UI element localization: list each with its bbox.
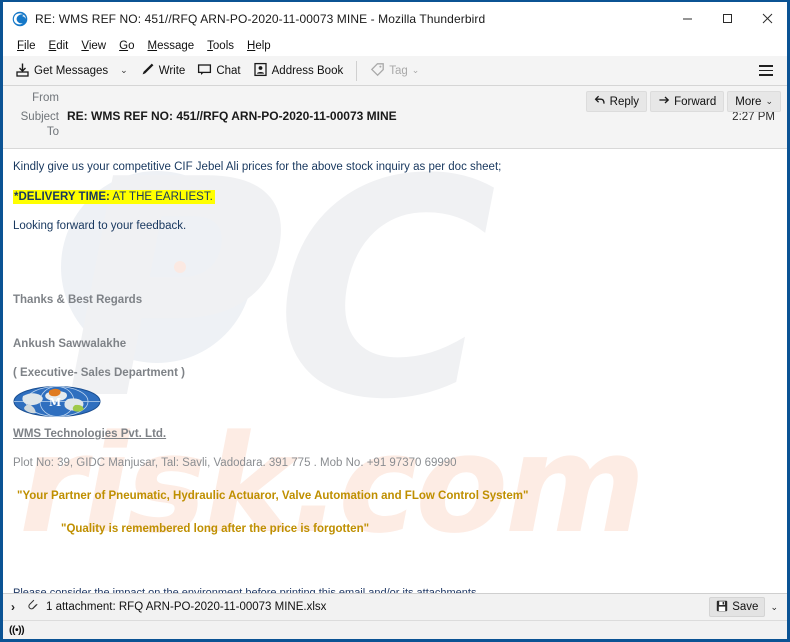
- forward-button[interactable]: Forward: [650, 91, 725, 112]
- body-intro: Kindly give us your competitive CIF Jebe…: [13, 161, 502, 173]
- wms-globe-logo: M: [13, 385, 775, 424]
- save-dropdown-caret[interactable]: ⌄: [765, 602, 783, 613]
- thunderbird-window: RE: WMS REF NO: 451//RFQ ARN-PO-2020-11-…: [0, 0, 790, 642]
- minimize-button[interactable]: [667, 2, 707, 35]
- signature-address: Plot No: 39, GIDC Manjusar, Tal: Savli, …: [13, 457, 457, 470]
- message-body[interactable]: PC risk.com Kindly give us your competit…: [3, 149, 787, 593]
- subject-label: Subject: [20, 111, 59, 123]
- status-bar: ((•)): [3, 620, 787, 639]
- thunderbird-icon: [12, 11, 28, 27]
- window-title: RE: WMS REF NO: 451//RFQ ARN-PO-2020-11-…: [35, 11, 486, 26]
- delivery-value: AT THE EARLIEST.: [109, 190, 213, 203]
- chevron-down-icon: ⌄: [120, 65, 128, 75]
- chevron-down-icon: ⌄: [411, 65, 420, 75]
- reply-arrow-icon: [594, 94, 606, 109]
- message-header: From Subject RE: WMS REF NO: 451//RFQ AR…: [3, 86, 787, 149]
- message-time: 2:27 PM: [732, 111, 775, 123]
- maximize-button[interactable]: [707, 2, 747, 35]
- reply-button[interactable]: Reply: [585, 91, 648, 112]
- paperclip-icon: [27, 598, 40, 617]
- reply-label: Reply: [609, 95, 640, 108]
- green-note: Please consider the impact on the enviro…: [13, 586, 775, 593]
- company-name-link[interactable]: WMS Technologies Pvt. Ltd.: [13, 428, 166, 440]
- email-content: Kindly give us your competitive CIF Jebe…: [3, 149, 787, 593]
- menu-bar: File Edit View Go Message Tools Help: [3, 35, 787, 56]
- more-label: More: [735, 95, 762, 108]
- attachment-label: 1 attachment: RFQ ARN-PO-2020-11-00073 M…: [46, 601, 327, 613]
- address-book-label: Address Book: [271, 64, 344, 77]
- title-bar: RE: WMS REF NO: 451//RFQ ARN-PO-2020-11-…: [3, 2, 787, 35]
- app-menu-button[interactable]: [753, 59, 779, 83]
- chat-label: Chat: [216, 64, 241, 77]
- address-book-icon: [253, 62, 268, 80]
- body-closing: Looking forward to your feedback.: [13, 220, 187, 233]
- signature-role: ( Executive- Sales Department ): [13, 367, 185, 380]
- chat-bubble-icon: [197, 62, 212, 80]
- chat-button[interactable]: Chat: [191, 59, 246, 83]
- body-delivery-line: *DELIVERY TIME: AT THE EARLIEST.: [13, 189, 775, 206]
- window-controls: [667, 2, 787, 35]
- menu-tools[interactable]: Tools: [201, 38, 241, 54]
- get-messages-label: Get Messages: [34, 64, 109, 77]
- delivery-label: *DELIVERY TIME:: [14, 190, 110, 203]
- get-messages-dropdown[interactable]: ⌄: [114, 59, 134, 83]
- message-actions: Reply Forward More ⌄: [585, 91, 781, 112]
- body-spacer-2: [13, 553, 775, 586]
- svg-text:M: M: [49, 396, 61, 409]
- menu-message[interactable]: Message: [141, 38, 201, 54]
- tag-label: Tag: [389, 64, 408, 77]
- company-link-wrap[interactable]: WMS Technologies Pvt. Ltd.: [13, 426, 775, 443]
- header-row-to: To: [11, 126, 779, 143]
- get-messages-icon: [15, 62, 30, 80]
- to-label: To: [46, 126, 59, 138]
- toolbar-separator: [356, 60, 358, 81]
- from-label: From: [32, 92, 59, 104]
- write-label: Write: [158, 64, 186, 77]
- attachment-bar: › 1 attachment: RFQ ARN-PO-2020-11-00073…: [3, 593, 787, 620]
- save-disk-icon: [716, 600, 728, 615]
- tagline-2: "Quality is remembered long after the pr…: [61, 522, 370, 535]
- tag-button[interactable]: Tag ⌄: [364, 59, 425, 83]
- menu-file[interactable]: File: [11, 38, 43, 54]
- tag-icon: [370, 62, 385, 80]
- get-messages-button[interactable]: Get Messages: [9, 59, 114, 83]
- signature-regards: Thanks & Best Regards: [13, 294, 143, 307]
- activity-indicator-icon[interactable]: ((•)): [9, 624, 25, 636]
- menu-help[interactable]: Help: [241, 38, 278, 54]
- address-book-button[interactable]: Address Book: [247, 59, 350, 83]
- main-toolbar: Get Messages ⌄ Write Chat Address Book T…: [3, 56, 787, 86]
- signature-name: Ankush Sawwalakhe: [13, 337, 127, 350]
- save-attachment-button[interactable]: Save: [709, 597, 766, 617]
- write-button[interactable]: Write: [134, 59, 192, 83]
- tagline-1: "Your Partner of Pneumatic, Hydraulic Ac…: [17, 490, 529, 503]
- delivery-highlight: *DELIVERY TIME: AT THE EARLIEST.: [13, 189, 215, 204]
- save-label: Save: [732, 601, 759, 613]
- forward-arrow-icon: [658, 94, 670, 109]
- pencil-icon: [140, 62, 155, 80]
- more-button[interactable]: More ⌄: [727, 91, 781, 112]
- menu-edit[interactable]: Edit: [43, 38, 76, 54]
- chevron-down-icon: ⌄: [765, 96, 773, 106]
- forward-label: Forward: [674, 95, 717, 108]
- close-button[interactable]: [747, 2, 787, 35]
- attachment-expander[interactable]: ›: [11, 600, 25, 614]
- menu-view[interactable]: View: [75, 38, 113, 54]
- menu-go[interactable]: Go: [113, 38, 141, 54]
